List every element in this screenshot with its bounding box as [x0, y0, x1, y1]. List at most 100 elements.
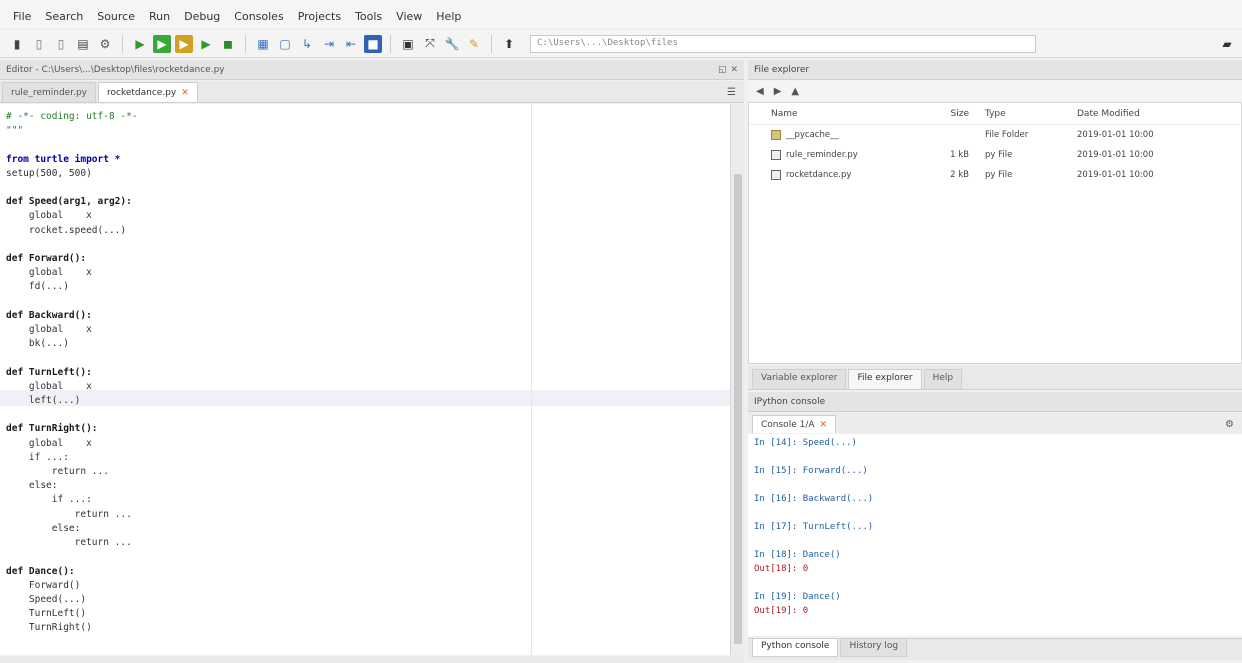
working-dir-icon[interactable]: ⬆ [500, 35, 518, 53]
code-content[interactable]: # -*- coding: utf-8 -*- """ from turtle i… [6, 110, 138, 636]
console-output[interactable]: In [14]: Speed(...) In [15]: Forward(...)… [748, 434, 1242, 636]
console-input-line: In [14]: Speed(...) [754, 438, 857, 448]
code-editor[interactable]: # -*- coding: utf-8 -*- """ from turtle i… [0, 104, 730, 655]
open-file-icon[interactable]: ▯ [30, 35, 48, 53]
code-line: Forward() [6, 579, 81, 591]
column-header[interactable]: Type [979, 109, 1071, 119]
menu-item-tools[interactable]: Tools [348, 10, 389, 23]
file-explorer-title-text: File explorer [754, 64, 810, 75]
editor-right-margin [531, 104, 532, 655]
editor-tab[interactable]: rule_reminder.py [2, 82, 96, 102]
code-line: if ...: [6, 451, 69, 463]
working-directory-input[interactable]: C:\Users\...\Desktop\files [530, 34, 1036, 53]
close-pane-icon[interactable]: ✕ [730, 65, 738, 75]
console-input-line: In [17]: TurnLeft(...) [754, 522, 874, 532]
menu-item-source[interactable]: Source [90, 10, 142, 23]
step-return-icon[interactable]: ↳ [298, 35, 316, 53]
run-cell-advance-icon[interactable]: ▶ [175, 34, 193, 53]
console-gap [754, 478, 1236, 492]
column-header[interactable]: Size [887, 109, 979, 119]
code-line: def Backward(): [6, 309, 92, 321]
table-row[interactable]: rocketdance.py 2 kB py File 2019-01-01 10:0… [749, 165, 1241, 185]
table-row[interactable]: rule_reminder.py 1 kB py File 2019-01-01 10… [749, 145, 1241, 165]
code-line: else: [6, 480, 58, 492]
up-folder-icon[interactable]: ▲ [791, 86, 799, 97]
main-toolbar: ▮ ▯ ▯ ▤ ⚙ ▶ ▶ ▶ ▶ ◼ ▦ ▢ ↳ ⇥ ⇤ ■ ▣ ⤧ 🔧 ✎ … [0, 30, 1242, 58]
editor-tab[interactable]: rocketdance.py ✕ [97, 82, 198, 102]
stop-icon[interactable]: ■ [364, 34, 382, 53]
settings-icon[interactable]: ⚙ [96, 35, 114, 53]
save-all-icon[interactable]: ▤ [74, 35, 92, 53]
console-menu-icon[interactable]: ⚙ [1225, 419, 1234, 430]
table-row[interactable]: __pycache__ File Folder 2019-01-01 10:00 [749, 125, 1241, 145]
toolbar-separator [122, 34, 123, 53]
editor-scrollbar[interactable] [730, 104, 744, 655]
console-gap [754, 576, 1236, 590]
tab-help[interactable]: Help [923, 369, 963, 389]
run-selection-icon[interactable]: ▶ [197, 35, 215, 53]
run-icon[interactable]: ▶ [131, 35, 149, 53]
file-name-cell: rocketdance.py [749, 170, 887, 180]
scrollbar-thumb[interactable] [734, 174, 742, 644]
tab-file-explorer[interactable]: File explorer [848, 369, 922, 389]
new-file-icon[interactable]: ▮ [8, 35, 26, 53]
save-icon[interactable]: ▯ [52, 35, 70, 53]
menu-item-debug[interactable]: Debug [177, 10, 227, 23]
console-input-line: In [15]: Forward(...) [754, 466, 868, 476]
menu-item-file[interactable]: File [6, 10, 38, 23]
close-icon[interactable]: ✕ [181, 88, 189, 98]
continue-icon[interactable]: ⇥ [320, 35, 338, 53]
file-date: 2019-01-01 10:00 [1077, 130, 1154, 140]
menu-item-run[interactable]: Run [142, 10, 177, 23]
step-icon[interactable]: ▦ [254, 35, 272, 53]
file-name-cell: rule_reminder.py [749, 150, 887, 160]
tab-python-console[interactable]: Python console [752, 639, 839, 657]
tab-menu-icon[interactable]: ☰ [727, 87, 736, 98]
debug-icon[interactable]: ◼ [219, 35, 237, 53]
file-explorer-title: File explorer [748, 60, 1242, 80]
file-date: 2019-01-01 10:00 [1077, 170, 1154, 180]
console-output-line: Out[19]: 0 [754, 606, 809, 616]
python-path-icon[interactable]: ✎ [465, 35, 483, 53]
back-icon[interactable]: ◀ [756, 86, 764, 97]
console-tab-bar: Console 1/A ✕ ⚙ [748, 413, 1242, 433]
column-header[interactable]: Name [749, 109, 887, 119]
maximize-pane-icon[interactable]: ▣ [399, 35, 417, 53]
status-bar [0, 656, 744, 663]
file-type: py File [985, 150, 1013, 160]
forward-icon[interactable]: ▶ [774, 86, 782, 97]
tab-variable-explorer[interactable]: Variable explorer [752, 369, 847, 389]
menu-item-projects[interactable]: Projects [291, 10, 348, 23]
menu-item-consoles[interactable]: Consoles [227, 10, 290, 23]
code-line: return ... [6, 466, 109, 478]
browse-folder-icon[interactable]: ▰ [1218, 35, 1236, 53]
fullscreen-icon[interactable]: ⤧ [421, 35, 439, 53]
console-input-line: In [19]: Dance() [754, 592, 841, 602]
code-line: setup(500, 500) [6, 167, 92, 179]
wrench-icon[interactable]: 🔧 [443, 35, 461, 53]
console-gap [754, 506, 1236, 520]
stop-debug-icon[interactable]: ⇤ [342, 35, 360, 53]
undock-icon[interactable]: ◱ [718, 65, 727, 75]
menu-item-view[interactable]: View [389, 10, 429, 23]
tab-history-log[interactable]: History log [840, 639, 908, 657]
step-into-icon[interactable]: ▢ [276, 35, 294, 53]
code-line: rocket.speed(...) [6, 224, 127, 236]
tab-console-1[interactable]: Console 1/A ✕ [752, 415, 837, 433]
console-gap [754, 534, 1236, 548]
toolbar-separator [491, 34, 492, 53]
run-cell-icon[interactable]: ▶ [153, 34, 171, 53]
console-input-line: In [16]: Backward(...) [754, 494, 874, 504]
menu-item-help[interactable]: Help [429, 10, 468, 23]
console-title-text: IPython console [754, 396, 826, 407]
code-line: from turtle import * [6, 153, 121, 165]
editor-tab-bar: rule_reminder.py rocketdance.py ✕ ☰ [0, 81, 744, 103]
file-icon [771, 150, 781, 160]
close-icon[interactable]: ✕ [820, 420, 828, 430]
column-header[interactable]: Date Modified [1071, 109, 1191, 119]
editor-title-text: Editor - C:\Users\...\Desktop\files\rock… [6, 64, 225, 75]
menu-item-search[interactable]: Search [38, 10, 90, 23]
toolbar-separator [245, 34, 246, 53]
